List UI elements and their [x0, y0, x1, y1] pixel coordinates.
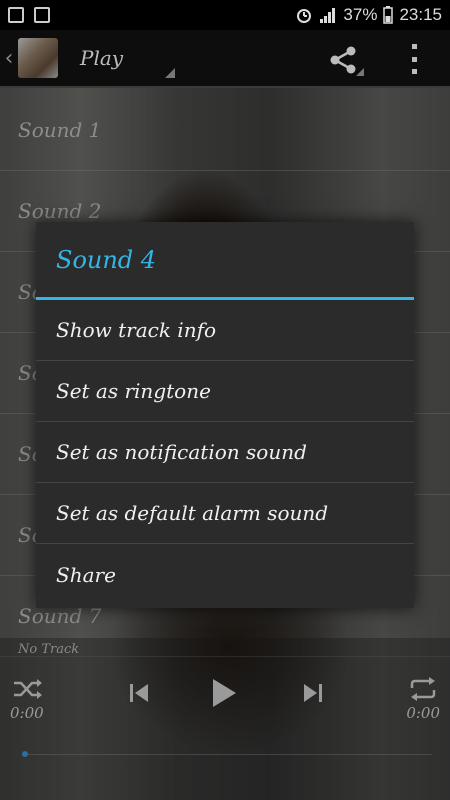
menu-item-show-track-info[interactable]: Show track info	[36, 300, 414, 361]
now-playing-label: No Track	[18, 642, 80, 657]
menu-item-set-ringtone[interactable]: Set as ringtone	[36, 361, 414, 422]
signal-icon	[320, 8, 336, 23]
player-bar: No Track 0:00 0:00	[0, 638, 450, 800]
menu-item-share[interactable]: Share	[36, 544, 414, 605]
clock: 23:15	[399, 5, 442, 24]
dropdown-indicator-icon	[165, 68, 175, 78]
overflow-menu-icon[interactable]	[408, 44, 420, 74]
share-icon[interactable]	[328, 45, 358, 75]
list-item[interactable]: Sound 1	[0, 90, 450, 171]
action-bar-title[interactable]: Play	[80, 46, 123, 70]
menu-item-set-notification-sound[interactable]: Set as notification sound	[36, 422, 414, 483]
status-bar: 37% 23:15	[0, 0, 450, 30]
share-dropdown-indicator-icon	[356, 68, 364, 76]
battery-icon	[383, 6, 394, 24]
track-label: Sound 2	[18, 199, 102, 223]
app-icon[interactable]	[18, 38, 58, 78]
track-label: Sound 1	[18, 118, 102, 142]
back-chevron-icon[interactable]: ‹	[2, 46, 16, 71]
context-menu-dialog: Sound 4 Show track info Set as ringtone …	[36, 222, 414, 608]
action-bar: ‹ Play	[0, 30, 450, 88]
seek-handle[interactable]	[22, 751, 28, 757]
previous-track-icon[interactable]	[128, 682, 150, 704]
menu-item-set-alarm-sound[interactable]: Set as default alarm sound	[36, 483, 414, 544]
dialog-title: Sound 4	[36, 222, 414, 300]
alarm-clock-icon	[297, 9, 312, 23]
notification-icon	[8, 7, 24, 23]
battery-percent: 37%	[343, 5, 378, 24]
seek-bar[interactable]	[22, 754, 432, 755]
elapsed-time: 0:00	[10, 704, 44, 722]
shuffle-icon[interactable]	[12, 678, 44, 700]
gallery-icon	[34, 7, 50, 23]
play-icon[interactable]	[211, 678, 237, 708]
next-track-icon[interactable]	[302, 682, 324, 704]
repeat-icon[interactable]	[408, 676, 438, 702]
track-duration: 0:00	[406, 704, 440, 722]
